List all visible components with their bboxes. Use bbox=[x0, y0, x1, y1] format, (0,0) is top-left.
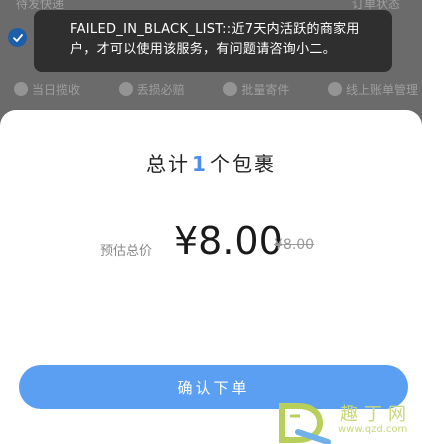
toolbar-item-batch-shipping[interactable]: 批量寄件 bbox=[223, 81, 289, 98]
watermark-url: www.qzd.com bbox=[338, 424, 408, 435]
toolbar-item-label: 线上账单管理 bbox=[345, 82, 418, 97]
select-all-checkbox[interactable] bbox=[8, 28, 27, 47]
price-row: 预估总价 ¥8.00 ¥8.00 bbox=[0, 218, 422, 264]
toast-message: FAILED_IN_BLACK_LIST::近7天内活跃的商家用户，才可以使用该… bbox=[70, 22, 360, 57]
summary-prefix: 总计 bbox=[146, 152, 191, 176]
shield-icon bbox=[118, 82, 133, 96]
toolbar-item-same-day-pickup[interactable]: 当日揽收 bbox=[14, 81, 80, 98]
summary-suffix: 个包裹 bbox=[209, 152, 276, 176]
toolbar-item-online-billing[interactable]: 线上账单管理 bbox=[327, 81, 418, 98]
toolbar-item-label: 当日揽收 bbox=[32, 82, 81, 97]
watermark-brand: 趣丁网 bbox=[340, 404, 412, 425]
estimate-label: 预估总价 bbox=[100, 244, 153, 259]
package-summary: 总计 1 个包裹 bbox=[0, 150, 422, 178]
error-toast: FAILED_IN_BLACK_LIST::近7天内活跃的商家用户，才可以使用该… bbox=[34, 10, 392, 72]
original-price: ¥8.00 bbox=[274, 237, 315, 253]
toolbar-item-label: 丢损必赔 bbox=[136, 82, 185, 97]
clock-icon bbox=[14, 82, 28, 96]
check-icon bbox=[12, 33, 23, 42]
toolbar-item-label: 批量寄件 bbox=[241, 82, 290, 97]
order-bottom-sheet: 总计 1 个包裹 预估总价 ¥8.00 ¥8.00 确认下单 趣丁网 www.qzd… bbox=[0, 110, 422, 444]
toolbar-item-loss-compensation[interactable]: 丢损必赔 bbox=[118, 81, 185, 98]
page: 待发快递 订单状态 已选 当日揽收 丢损必赔 批量寄件 bbox=[0, 0, 422, 444]
feature-toolbar: 当日揽收 丢损必赔 批量寄件 线上账单管理 bbox=[0, 76, 422, 102]
estimated-price: ¥8.00 bbox=[174, 219, 283, 263]
site-watermark: 趣丁网 www.qzd.com bbox=[276, 400, 416, 444]
doc-icon bbox=[327, 82, 342, 96]
box-icon bbox=[223, 82, 238, 96]
watermark-logo-icon bbox=[279, 403, 331, 444]
package-count: 1 bbox=[192, 152, 208, 176]
